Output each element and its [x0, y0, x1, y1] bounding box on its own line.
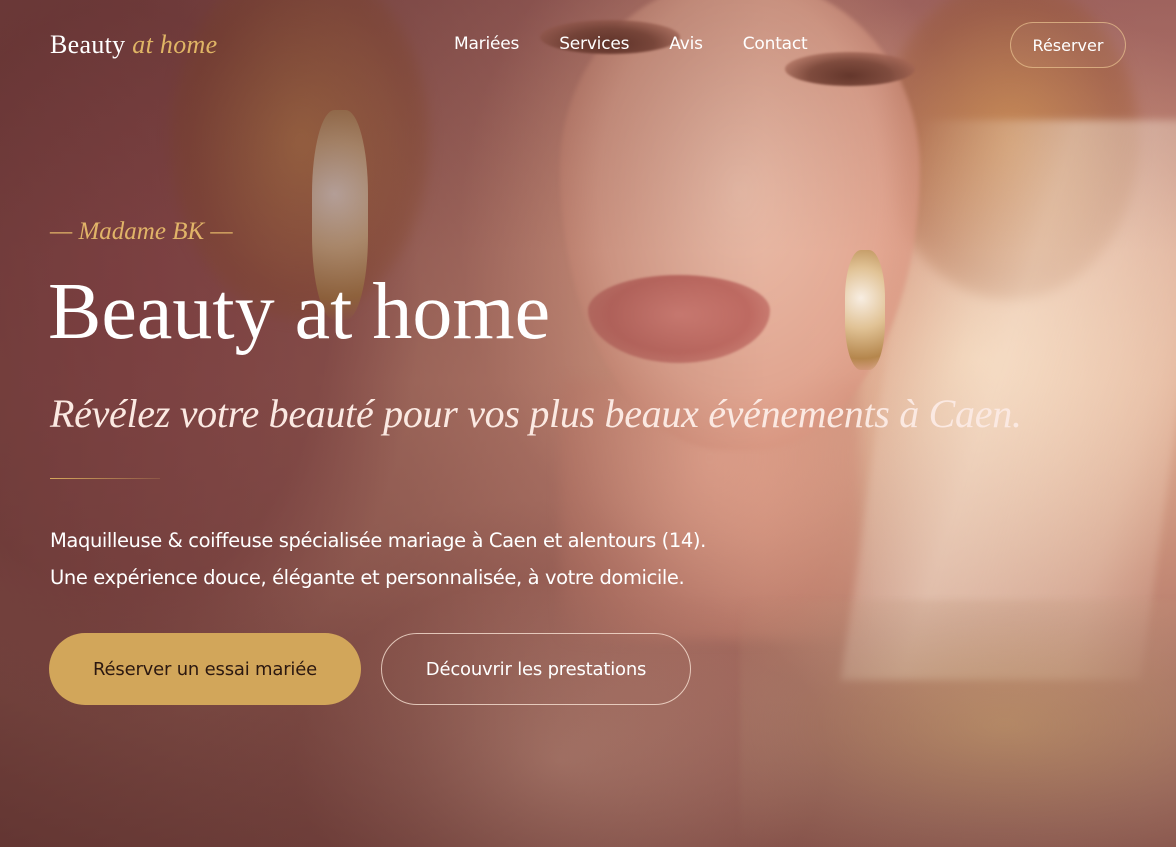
hero-description-line: Une expérience douce, élégante et person… — [50, 566, 685, 589]
hero-subtitle: Révélez votre beauté pour vos plus beaux… — [50, 391, 1022, 436]
nav-link-services[interactable]: Services — [559, 34, 629, 54]
discover-services-button[interactable]: Découvrir les prestations — [381, 633, 691, 705]
site-logo[interactable]: Beauty at home — [50, 30, 217, 60]
main-nav: Mariées Services Avis Contact — [454, 34, 808, 54]
nav-link-avis[interactable]: Avis — [669, 34, 703, 54]
hero-description: Maquilleuse & coiffeuse spécialisée mari… — [50, 522, 706, 596]
reserve-button[interactable]: Réserver — [1010, 22, 1126, 68]
nav-link-contact[interactable]: Contact — [743, 34, 808, 54]
hero-description-line: Maquilleuse & coiffeuse spécialisée mari… — [50, 529, 706, 552]
hero-eyebrow: — Madame BK — — [50, 218, 233, 245]
hero-divider — [50, 478, 160, 479]
hero-title: Beauty at home — [48, 268, 551, 356]
nav-link-mariees[interactable]: Mariées — [454, 34, 519, 54]
book-bridal-trial-button[interactable]: Réserver un essai mariée — [49, 633, 361, 705]
brand-accent: at home — [132, 30, 218, 59]
brand-main: Beauty — [50, 30, 126, 59]
